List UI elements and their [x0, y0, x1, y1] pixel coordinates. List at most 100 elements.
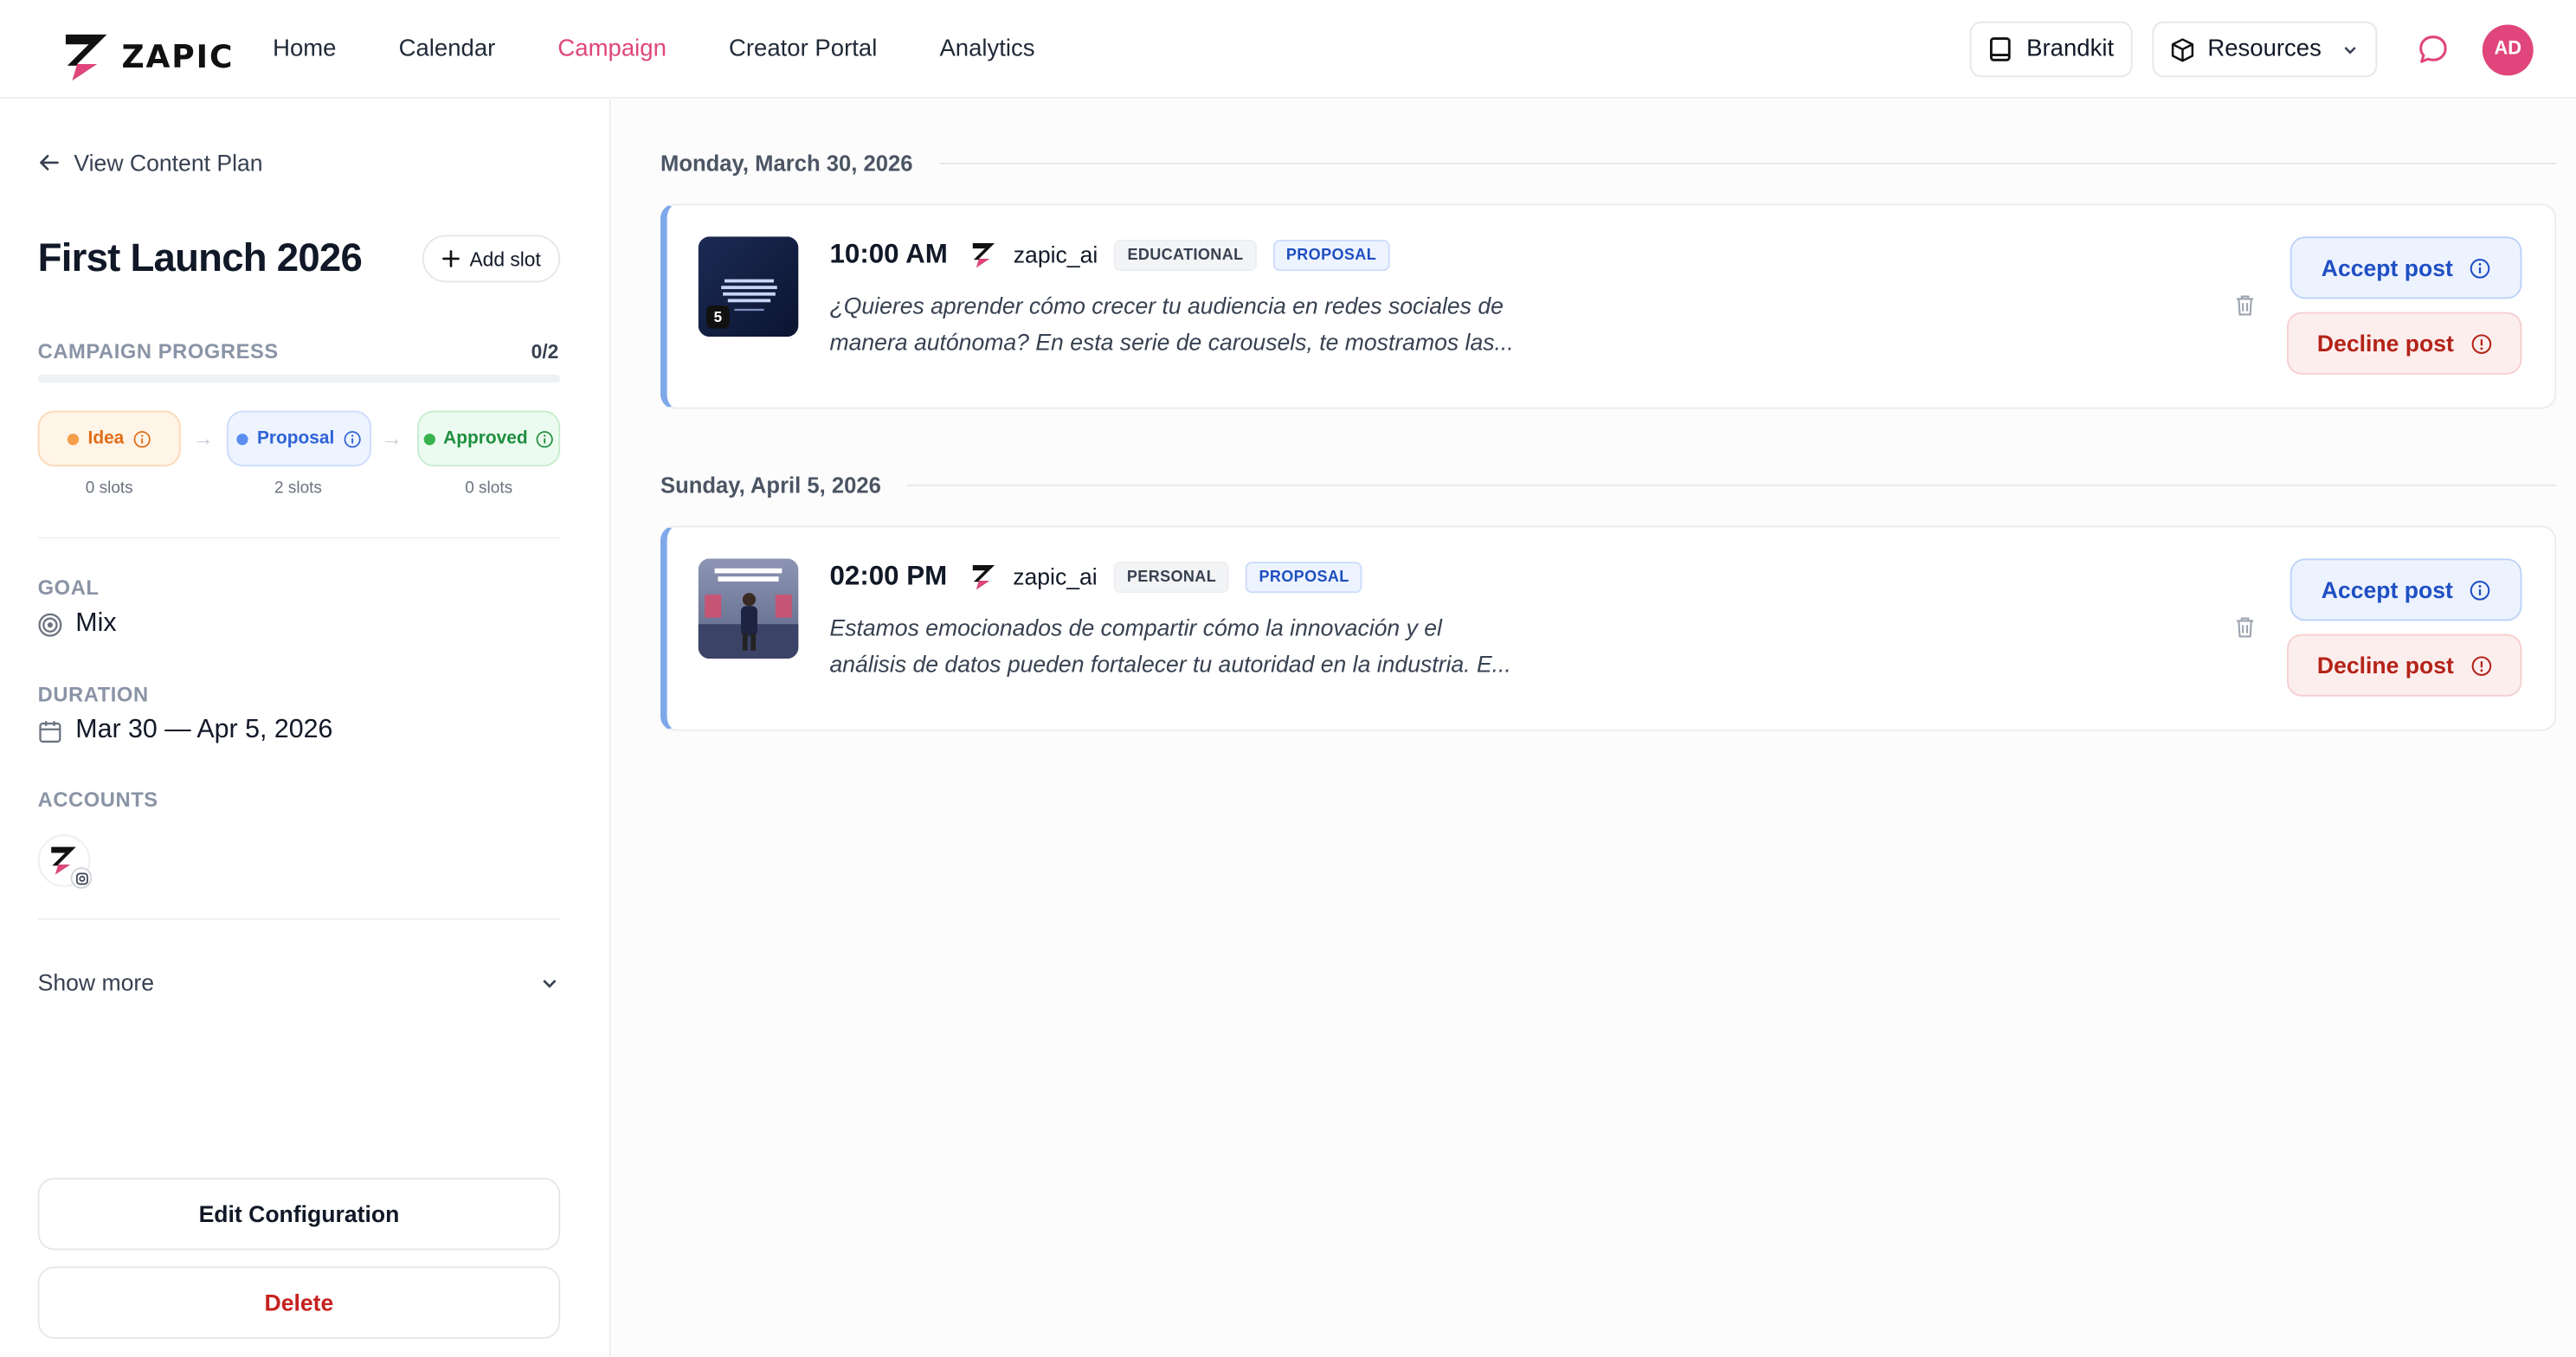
- add-slot-label: Add slot: [469, 247, 541, 271]
- sidebar-divider: [37, 917, 561, 920]
- trash-icon[interactable]: [2234, 294, 2256, 318]
- info-icon: [343, 430, 360, 447]
- decline-post-button[interactable]: Decline post: [2287, 633, 2522, 697]
- post-caption-line: manera autónoma? En esta serie de carous…: [829, 328, 1514, 355]
- post-status-tag: PROPOSAL: [1246, 561, 1362, 593]
- duration-value: Mar 30 — Apr 5, 2026: [75, 716, 333, 744]
- post-image: [698, 558, 799, 659]
- plus-icon: [441, 250, 460, 267]
- post-card[interactable]: 02:00 PM zapic_ai PERSONAL PROPOSAL Esta…: [660, 525, 2557, 731]
- post-caption: Estamos emocionados de compartir cómo la…: [829, 609, 1536, 682]
- zapic-logo-icon: [972, 242, 995, 267]
- add-slot-button[interactable]: Add slot: [422, 235, 561, 283]
- view-content-plan-link[interactable]: View Content Plan: [38, 150, 263, 176]
- arrow-left-icon: [40, 154, 59, 170]
- calendar-icon: [39, 720, 61, 743]
- post-account-name: zapic_ai: [1013, 563, 1098, 590]
- duration-value-row: Mar 30 — Apr 5, 2026: [38, 717, 333, 746]
- info-icon: [132, 430, 150, 447]
- post-account-name: zapic_ai: [1013, 241, 1098, 268]
- date-header: Monday, March 30, 2026: [660, 151, 2557, 177]
- date-label: Monday, March 30, 2026: [660, 151, 913, 177]
- post-card[interactable]: 5 10:00 AM zapic_ai EDUCATIONAL PROPOSAL…: [660, 203, 2557, 409]
- date-divider: [907, 484, 2557, 486]
- date-label: Sunday, April 5, 2026: [660, 473, 881, 498]
- chat-bubble-icon: [2419, 35, 2447, 63]
- sidebar-divider: [37, 537, 561, 539]
- nav-analytics[interactable]: Analytics: [939, 36, 1034, 62]
- post-thumbnail[interactable]: 5: [698, 236, 799, 338]
- info-icon: [2470, 580, 2490, 600]
- nav-calendar[interactable]: Calendar: [399, 36, 496, 62]
- post-caption-line: Estamos emocionados de compartir cómo la…: [829, 614, 1442, 641]
- carousel-count-badge: 5: [706, 305, 730, 329]
- date-divider: [938, 162, 2557, 164]
- post-thumbnail[interactable]: [698, 558, 799, 659]
- show-more-toggle[interactable]: Show more: [38, 969, 561, 995]
- instagram-icon: [70, 867, 93, 889]
- post-time: 02:00 PM: [829, 561, 948, 591]
- target-icon: [38, 612, 62, 636]
- chevron-down-icon: [2344, 46, 2356, 54]
- decline-post-label: Decline post: [2316, 330, 2454, 357]
- stage-dot: [237, 433, 249, 445]
- post-caption: ¿Quieres aprender cómo crecer tu audienc…: [829, 287, 1536, 360]
- stage-proposal-label: Proposal: [256, 428, 335, 449]
- decline-post-label: Decline post: [2316, 652, 2454, 678]
- stage-idea-label: Idea: [87, 428, 125, 449]
- stage-idea[interactable]: Idea: [37, 410, 181, 467]
- resources-label: Resources: [2207, 35, 2322, 63]
- edit-configuration-button[interactable]: Edit Configuration: [37, 1177, 561, 1251]
- accept-post-button[interactable]: Accept post: [2289, 236, 2522, 299]
- campaign-progress-bar: [37, 374, 561, 383]
- goal-value-row: Mix: [38, 609, 117, 639]
- date-header: Sunday, April 5, 2026: [660, 473, 2557, 498]
- info-icon: [2470, 258, 2490, 278]
- nav-creator-portal[interactable]: Creator Portal: [729, 36, 877, 62]
- delete-campaign-button[interactable]: Delete: [37, 1266, 561, 1339]
- book-icon: [1990, 37, 2012, 61]
- post-meta: 02:00 PM zapic_ai PERSONAL PROPOSAL: [829, 560, 1362, 593]
- trash-icon[interactable]: [2234, 616, 2256, 640]
- duration-label: DURATION: [37, 683, 149, 707]
- alert-icon: [2470, 655, 2491, 675]
- brand-name: ZAPIC: [121, 39, 235, 76]
- info-icon: [536, 430, 554, 447]
- nav-campaign[interactable]: Campaign: [557, 36, 666, 62]
- post-time: 10:00 AM: [829, 239, 948, 269]
- account-avatar-zapic[interactable]: [37, 834, 93, 889]
- campaign-progress-label: CAMPAIGN PROGRESS: [37, 339, 279, 363]
- stage-arrow-icon: →: [192, 425, 214, 451]
- stage-dot: [423, 433, 435, 445]
- campaign-progress-count: 0/2: [531, 339, 559, 363]
- accept-post-label: Accept post: [2321, 576, 2453, 603]
- campaign-title: First Launch 2026: [37, 236, 363, 281]
- stage-approved-label: Approved: [443, 428, 528, 449]
- app-root: ZAPIC Home Calendar Campaign Creator Por…: [0, 0, 2576, 1357]
- user-avatar[interactable]: AD: [2482, 23, 2534, 75]
- back-label: View Content Plan: [74, 149, 263, 177]
- nav-home[interactable]: Home: [273, 36, 336, 62]
- stage-arrow-icon: →: [381, 425, 403, 451]
- post-type-tag: EDUCATIONAL: [1114, 239, 1257, 271]
- goal-value: Mix: [75, 609, 117, 638]
- resources-dropdown[interactable]: Resources: [2151, 21, 2378, 78]
- schedule-main: Monday, March 30, 2026 5 10:00 AM zapic_…: [612, 98, 2576, 1357]
- post-type-tag: PERSONAL: [1113, 561, 1230, 593]
- decline-post-button[interactable]: Decline post: [2287, 312, 2522, 375]
- chevron-down-icon: [543, 979, 557, 987]
- accept-post-label: Accept post: [2321, 254, 2453, 281]
- brandkit-label: Brandkit: [2026, 35, 2115, 63]
- show-more-label: Show more: [37, 968, 155, 996]
- stage-proposal-slots: 2 slots: [274, 479, 322, 498]
- messages-button[interactable]: [2404, 20, 2463, 79]
- zapic-logo[interactable]: ZAPIC: [62, 31, 234, 84]
- zapic-logo-icon: [65, 34, 107, 81]
- stage-proposal[interactable]: Proposal: [226, 410, 371, 467]
- top-navigation: ZAPIC Home Calendar Campaign Creator Por…: [0, 0, 2576, 99]
- campaign-sidebar: View Content Plan First Launch 2026 Add …: [0, 98, 612, 1357]
- accept-post-button[interactable]: Accept post: [2289, 558, 2522, 621]
- brandkit-button[interactable]: Brandkit: [1970, 21, 2133, 78]
- post-caption-line: análisis de datos pueden fortalecer tu a…: [829, 650, 1511, 677]
- stage-approved[interactable]: Approved: [417, 410, 561, 467]
